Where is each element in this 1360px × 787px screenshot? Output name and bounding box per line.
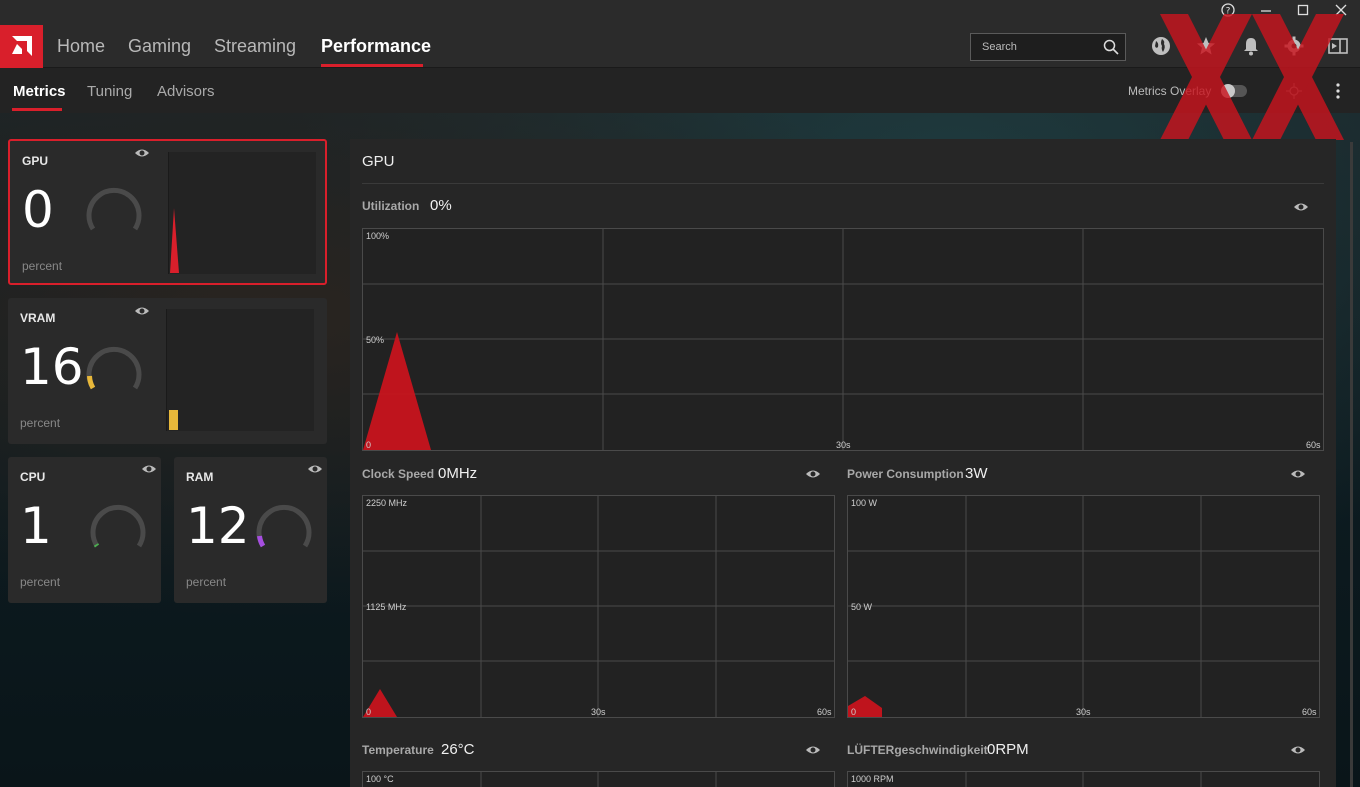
temperature-label: Temperature (362, 743, 434, 757)
temperature-graph: 100 °C (362, 771, 835, 787)
gpu-card-title: GPU (22, 154, 49, 168)
title-bar: ? (0, 0, 1360, 25)
ram-value: 12 (186, 497, 250, 555)
vram-unit: percent (20, 416, 61, 430)
utilization-graph: 100% 50% 0 30s 60s (362, 228, 1324, 451)
ram-card-title: RAM (186, 470, 214, 484)
clock-y-top: 2250 MHz (366, 498, 408, 508)
search-icon[interactable] (1103, 39, 1119, 55)
search-box[interactable]: Search (970, 33, 1126, 61)
utilization-label: Utilization (362, 199, 420, 213)
clock-speed-graph: 2250 MHz 1125 MHz 0 30s 60s (362, 495, 835, 718)
utilization-x-mid: 30s (836, 440, 851, 450)
eye-icon[interactable] (1290, 468, 1306, 480)
cpu-value: 1 (20, 497, 52, 555)
gpu-metric-card[interactable]: GPU 0 percent (8, 139, 327, 285)
power-y-top: 100 W (851, 498, 878, 508)
ram-gauge (256, 504, 312, 548)
power-graph-plot (848, 496, 1319, 717)
vram-mini-chart-series (169, 410, 178, 430)
eye-icon[interactable] (805, 744, 821, 756)
utilization-x-end: 60s (1306, 440, 1321, 450)
ram-unit: percent (186, 575, 227, 589)
tab-advisors[interactable]: Advisors (157, 83, 215, 100)
cpu-gauge (90, 504, 146, 548)
nav-gaming[interactable]: Gaming (128, 36, 191, 57)
search-placeholder: Search (982, 41, 1017, 53)
eye-icon[interactable] (1293, 201, 1309, 213)
vram-card-title: VRAM (20, 311, 56, 325)
power-x-start: 0 (851, 707, 857, 717)
clock-speed-label: Clock Speed (362, 467, 435, 481)
gpu-gauge (86, 187, 142, 231)
fan-speed-graph-plot (965, 772, 1202, 787)
nav-active-underline (321, 64, 423, 67)
fan-speed-graph: 1000 RPM (847, 771, 1320, 787)
top-navigation: Home Gaming Streaming Performance Search (0, 25, 1360, 68)
panel-divider (362, 183, 1324, 184)
tab-metrics[interactable]: Metrics (13, 83, 66, 100)
clock-y-mid: 1125 MHz (366, 602, 407, 612)
vram-mini-chart (166, 309, 314, 431)
utilization-y-mid: 50% (366, 335, 385, 345)
temperature-y-top: 100 °C (366, 774, 394, 784)
power-value: 3W (965, 465, 988, 482)
fan-speed-label: LÜFTERgeschwindigkeit (847, 743, 988, 757)
fan-speed-value: 0RPM (987, 741, 1029, 758)
eye-icon[interactable] (141, 463, 157, 475)
utilization-y-top: 100% (366, 231, 390, 241)
clock-x-end: 60s (817, 707, 832, 717)
clock-x-start: 0 (366, 707, 372, 717)
gpu-value: 0 (22, 181, 54, 239)
amd-logo-icon (12, 36, 32, 56)
scrollbar[interactable] (1350, 142, 1353, 787)
power-x-mid: 30s (1076, 707, 1091, 717)
temperature-value: 26°C (441, 741, 475, 758)
cpu-unit: percent (20, 575, 61, 589)
utilization-graph-plot (363, 229, 1323, 450)
panel-title: GPU (362, 153, 395, 170)
ram-metric-card[interactable]: RAM 12 percent (174, 457, 327, 603)
eye-icon[interactable] (805, 468, 821, 480)
clock-x-mid: 30s (591, 707, 606, 717)
clock-speed-value: 0MHz (438, 465, 478, 482)
sub-active-underline (12, 108, 62, 111)
eye-icon[interactable] (134, 147, 150, 159)
power-graph: 100 W 50 W 0 30s 60s (847, 495, 1320, 718)
utilization-x-start: 0 (366, 440, 372, 450)
cpu-metric-card[interactable]: CPU 1 percent (8, 457, 161, 603)
amd-logo[interactable] (0, 25, 43, 68)
vram-metric-card[interactable]: VRAM 16 percent (8, 298, 327, 444)
tab-tuning[interactable]: Tuning (87, 83, 132, 100)
vram-value: 16 (20, 338, 84, 396)
nav-home[interactable]: Home (57, 36, 105, 57)
power-y-mid: 50 W (851, 602, 873, 612)
eye-icon[interactable] (134, 305, 150, 317)
gpu-unit: percent (22, 259, 63, 273)
gpu-detail-panel: GPU Utilization 0% 100% 50% 0 30s 60s Cl… (350, 139, 1336, 787)
watermark-logo (1160, 14, 1344, 140)
cpu-card-title: CPU (20, 470, 46, 484)
fan-y-top: 1000 RPM (851, 774, 894, 784)
gpu-mini-chart-series (170, 208, 179, 273)
power-label: Power Consumption (847, 467, 964, 481)
eye-icon[interactable] (1290, 744, 1306, 756)
sub-navigation: Metrics Tuning Advisors Metrics Overlay (0, 68, 1360, 113)
nav-performance[interactable]: Performance (321, 36, 431, 57)
gpu-mini-chart (168, 152, 316, 274)
power-x-end: 60s (1302, 707, 1317, 717)
clock-speed-graph-plot (363, 496, 834, 717)
eye-icon[interactable] (307, 463, 323, 475)
temperature-graph-plot (480, 772, 717, 787)
nav-streaming[interactable]: Streaming (214, 36, 296, 57)
utilization-value: 0% (430, 197, 452, 214)
vram-gauge (86, 346, 142, 390)
